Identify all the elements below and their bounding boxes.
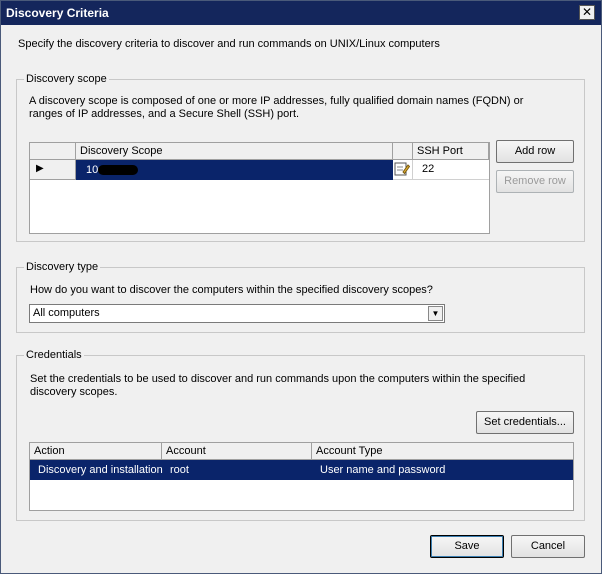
close-icon: ✕	[581, 5, 593, 19]
column-header-account-type[interactable]: Account Type	[312, 443, 573, 460]
credentials-description-1: Set the credentials to be used to discov…	[30, 373, 526, 385]
set-credentials-button[interactable]: Set credentials...	[476, 411, 574, 434]
title-bar[interactable]: Discovery Criteria ✕	[1, 1, 601, 25]
discovery-criteria-dialog: Discovery Criteria ✕ Specify the discove…	[0, 0, 602, 574]
window-title: Discovery Criteria	[6, 6, 109, 20]
ssh-port-value: 22	[422, 163, 435, 175]
ssh-port-cell[interactable]: 22	[413, 160, 489, 180]
add-row-button[interactable]: Add row	[496, 140, 574, 163]
edit-cell[interactable]	[393, 160, 413, 180]
discovery-type-group: Discovery type How do you want to discov…	[16, 261, 585, 333]
intro-text: Specify the discovery criteria to discov…	[18, 38, 440, 50]
credentials-grid[interactable]: Action Account Account Type Discovery an…	[29, 442, 574, 511]
column-header-discovery-scope[interactable]: Discovery Scope	[76, 143, 393, 160]
table-row[interactable]: 10.	[76, 160, 393, 180]
edit-icon	[394, 162, 410, 176]
row-header-corner	[30, 143, 76, 160]
discovery-type-question: How do you want to discover the computer…	[30, 284, 433, 296]
row-selector[interactable]: ▶	[30, 160, 76, 180]
close-button[interactable]: ✕	[579, 5, 595, 20]
discovery-type-selected: All computers	[33, 307, 100, 319]
remove-row-button[interactable]: Remove row	[496, 170, 574, 193]
column-header-edit	[393, 143, 413, 160]
discovery-scope-description-1: A discovery scope is composed of one or …	[29, 95, 524, 107]
discovery-type-select[interactable]: All computers ▼	[29, 304, 445, 323]
credentials-legend: Credentials	[24, 349, 84, 361]
credentials-group: Credentials Set the credentials to be us…	[16, 349, 585, 521]
account-cell: root	[170, 464, 189, 476]
discovery-scope-legend: Discovery scope	[24, 73, 109, 85]
save-button[interactable]: Save	[430, 535, 504, 558]
discovery-scope-description-2: ranges of IP addresses, and a Secure She…	[29, 108, 300, 120]
account-type-cell: User name and password	[320, 464, 446, 476]
column-header-action[interactable]: Action	[30, 443, 162, 460]
column-header-ssh-port[interactable]: SSH Port	[413, 143, 489, 160]
discovery-scope-grid[interactable]: Discovery Scope SSH Port ▶ 10. 22	[29, 142, 490, 234]
dropdown-arrow[interactable]: ▼	[428, 306, 443, 321]
discovery-scope-group: Discovery scope A discovery scope is com…	[16, 73, 585, 242]
redacted-address	[98, 165, 138, 175]
action-cell: Discovery and installation	[38, 464, 163, 476]
current-row-icon: ▶	[36, 163, 44, 174]
column-header-account[interactable]: Account	[162, 443, 312, 460]
cancel-button[interactable]: Cancel	[511, 535, 585, 558]
credentials-description-2: discovery scopes.	[30, 386, 118, 398]
discovery-type-legend: Discovery type	[24, 261, 101, 273]
chevron-down-icon: ▼	[431, 309, 440, 318]
table-row[interactable]: Discovery and installation root User nam…	[30, 460, 573, 480]
